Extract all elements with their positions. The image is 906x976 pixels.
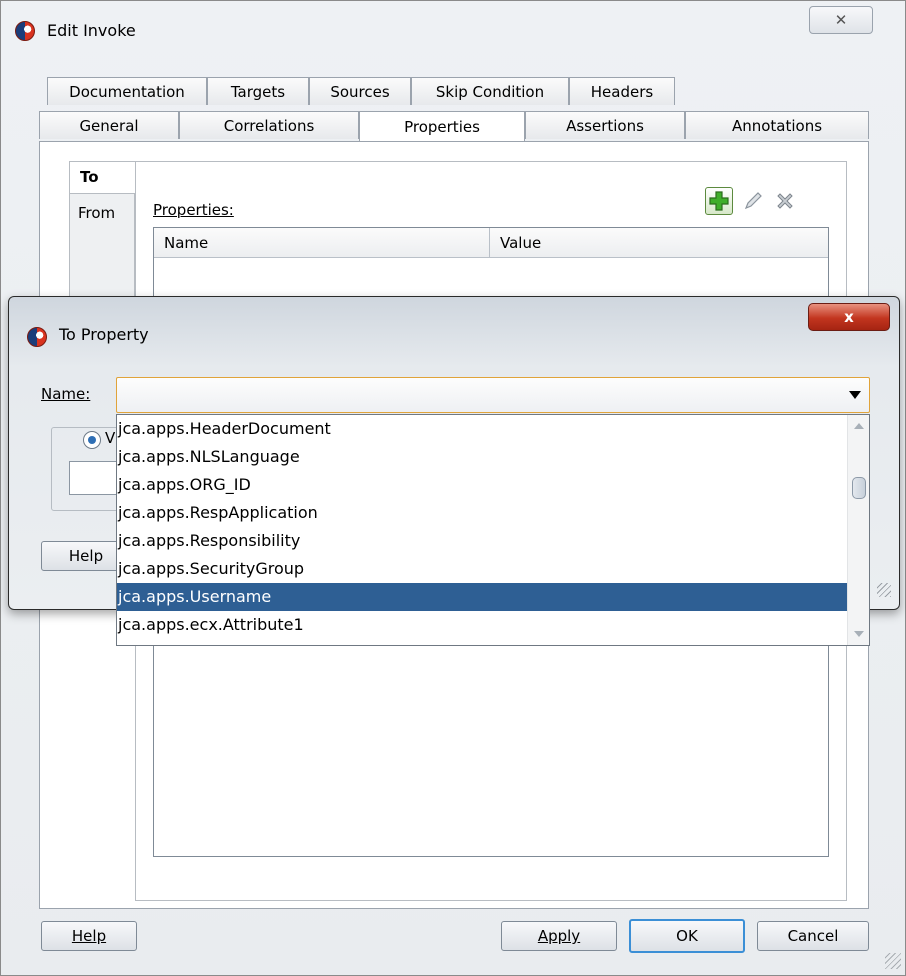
tab-sources[interactable]: Sources <box>309 77 411 105</box>
delete-icon <box>777 193 793 209</box>
value-radio-label: V <box>105 429 116 447</box>
tab-properties[interactable]: Properties <box>359 111 525 141</box>
dropdown-option[interactable]: jca.apps.ORG_ID <box>117 471 848 499</box>
scroll-up-icon[interactable] <box>854 423 864 429</box>
tab-correlations[interactable]: Correlations <box>179 111 359 139</box>
tab-label: Targets <box>230 82 286 101</box>
side-tab-from[interactable]: From <box>69 193 135 301</box>
tab-annotations[interactable]: Annotations <box>685 111 869 139</box>
tab-assertions[interactable]: Assertions <box>525 111 685 139</box>
name-dropdown-list: jca.apps.HeaderDocument jca.apps.NLSLang… <box>116 414 870 646</box>
resize-grip-icon[interactable] <box>885 953 901 969</box>
name-label-text: Name: <box>41 385 91 403</box>
cancel-button-label: Cancel <box>787 927 839 945</box>
app-logo-icon <box>27 327 47 347</box>
dropdown-scrollbar[interactable] <box>847 415 869 645</box>
dropdown-option-selected[interactable]: jca.apps.Username <box>117 583 848 611</box>
close-icon: ✕ <box>834 11 848 29</box>
chevron-down-icon[interactable] <box>849 391 861 400</box>
apply-button[interactable]: Apply <box>501 921 617 951</box>
app-logo-icon <box>15 21 35 41</box>
dialog-title: Edit Invoke <box>47 21 136 40</box>
dropdown-option[interactable]: jca.apps.RespApplication <box>117 499 848 527</box>
edit-property-button[interactable] <box>739 187 767 215</box>
column-header-label: Value <box>500 233 542 252</box>
name-label: Name: <box>41 385 90 403</box>
column-header-label: Name <box>164 233 209 252</box>
help-button-label: Help <box>68 547 104 565</box>
ok-button-label: OK <box>676 927 698 945</box>
close-button[interactable]: x <box>808 303 890 331</box>
cancel-button[interactable]: Cancel <box>757 921 869 951</box>
dropdown-option[interactable]: jca.apps.SecurityGroup <box>117 555 848 583</box>
add-icon <box>709 191 729 211</box>
tab-label: Correlations <box>223 116 315 135</box>
apply-button-label: Apply <box>537 927 581 945</box>
tab-documentation[interactable]: Documentation <box>47 77 207 105</box>
tab-label: General <box>79 116 139 135</box>
add-property-button[interactable] <box>705 187 733 215</box>
tab-label: Documentation <box>69 82 185 101</box>
tab-label: Properties <box>404 117 480 136</box>
help-button-label: Help <box>71 927 107 945</box>
properties-label: Properties: <box>153 201 234 219</box>
dropdown-option[interactable]: jca.apps.HeaderDocument <box>117 415 848 443</box>
delete-property-button[interactable] <box>771 187 799 215</box>
tab-skip-condition[interactable]: Skip Condition <box>411 77 569 105</box>
tab-label: Assertions <box>566 116 644 135</box>
tab-headers[interactable]: Headers <box>569 77 675 105</box>
dropdown-option[interactable]: jca.apps.Responsibility <box>117 527 848 555</box>
dropdown-option[interactable]: jca.apps.NLSLanguage <box>117 443 848 471</box>
value-radio[interactable] <box>83 431 101 449</box>
pencil-icon <box>744 192 762 210</box>
dialog-title: To Property <box>59 325 149 344</box>
side-tab-to[interactable]: To <box>69 161 135 193</box>
tab-label: Headers <box>590 82 654 101</box>
column-header-name[interactable]: Name <box>154 228 490 258</box>
tab-label: Annotations <box>731 116 823 135</box>
tab-general[interactable]: General <box>39 111 179 139</box>
tab-label: Sources <box>330 82 390 101</box>
scroll-down-icon[interactable] <box>854 631 864 637</box>
tab-targets[interactable]: Targets <box>207 77 309 105</box>
tab-label: Skip Condition <box>435 82 545 101</box>
properties-label-text: Properties: <box>153 201 234 219</box>
name-combobox[interactable] <box>116 377 870 413</box>
close-icon: x <box>844 308 854 326</box>
column-header-value[interactable]: Value <box>490 228 828 258</box>
resize-grip-icon[interactable] <box>877 583 891 597</box>
dropdown-option[interactable]: jca.apps.ecx.Attribute1 <box>117 611 848 639</box>
help-button[interactable]: Help <box>41 921 137 951</box>
scroll-thumb[interactable] <box>852 477 866 499</box>
title-bar: Edit Invoke ✕ <box>1 1 906 61</box>
close-button[interactable]: ✕ <box>809 6 873 34</box>
ok-button[interactable]: OK <box>629 919 745 953</box>
